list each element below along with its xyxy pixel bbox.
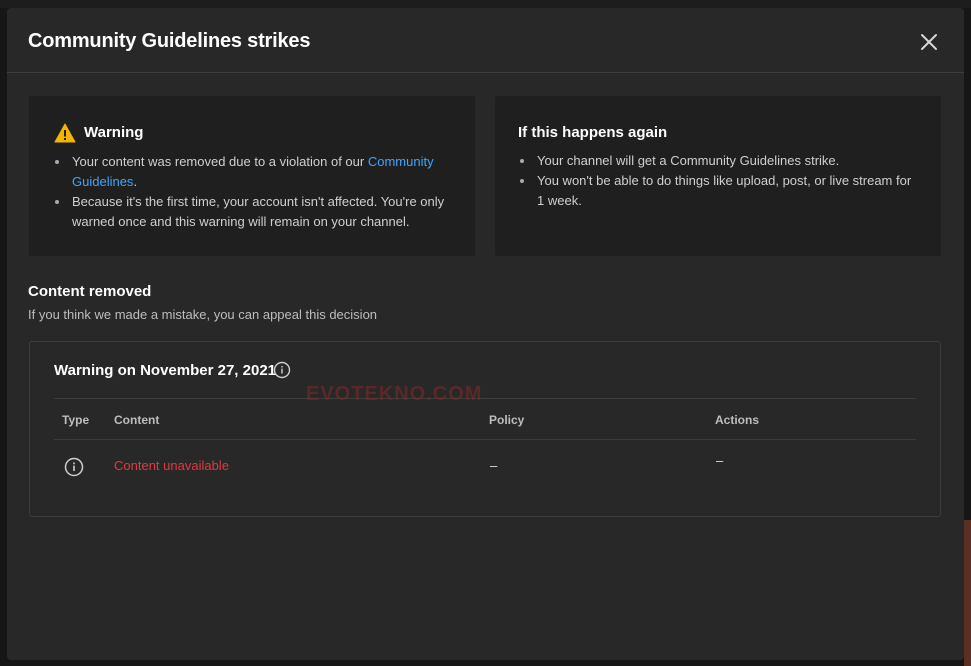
- policy-value: –: [490, 458, 498, 473]
- warning-bullets: Your content was removed due to a violat…: [53, 152, 453, 232]
- warning-heading: Warning: [84, 124, 144, 141]
- table-header-divider: [54, 439, 916, 440]
- warning-bullet-1-text: Your content was removed due to a violat…: [72, 154, 368, 169]
- info-icon[interactable]: [273, 361, 291, 379]
- again-bullet-1: Your channel will get a Community Guidel…: [518, 151, 918, 171]
- content-removed-subtitle: If you think we made a mistake, you can …: [28, 307, 378, 322]
- column-header-actions: Actions: [715, 413, 760, 427]
- content-removed-title: Content removed: [28, 283, 152, 300]
- watermark: EVOTEKNO.COM: [306, 383, 483, 405]
- dialog-title: Community Guidelines strikes: [28, 30, 311, 52]
- warning-card: Warning Your content was removed due to …: [29, 96, 475, 256]
- background-accent: [964, 520, 971, 666]
- strikes-dialog: Community Guidelines strikes Warning You…: [7, 8, 964, 660]
- table-top-divider: [54, 398, 916, 399]
- close-icon: [921, 34, 937, 50]
- warning-bullet-1: Your content was removed due to a violat…: [53, 152, 453, 192]
- warning-date-title: Warning on November 27, 2021: [54, 362, 277, 379]
- warning-bullet-1-end: .: [133, 174, 138, 189]
- if-happens-again-card: If this happens again Your channel will …: [495, 96, 941, 256]
- column-header-type: Type: [62, 413, 90, 427]
- if-happens-again-heading: If this happens again: [518, 124, 668, 141]
- info-icon: [64, 457, 84, 477]
- content-unavailable-link[interactable]: Content unavailable: [114, 458, 229, 473]
- background-strip: [0, 0, 971, 8]
- actions-value: –: [716, 453, 724, 468]
- again-bullets: Your channel will get a Community Guidel…: [518, 151, 918, 211]
- warning-triangle-icon: [54, 123, 76, 143]
- again-bullet-2: You won't be able to do things like uplo…: [518, 171, 918, 211]
- warning-details-panel: Warning on November 27, 2021 Type Conten…: [29, 341, 941, 517]
- column-header-policy: Policy: [489, 413, 525, 427]
- column-header-content: Content: [114, 413, 160, 427]
- warning-bullet-2: Because it's the first time, your accoun…: [53, 192, 453, 232]
- dialog-header: Community Guidelines strikes: [7, 8, 964, 73]
- close-button[interactable]: [913, 26, 945, 58]
